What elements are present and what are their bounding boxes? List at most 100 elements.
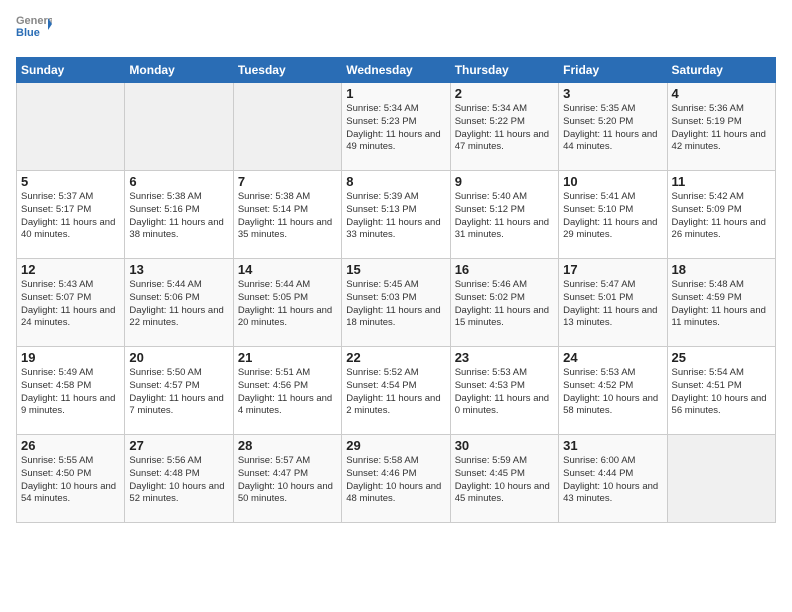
weekday-header-row: SundayMondayTuesdayWednesdayThursdayFrid…	[17, 58, 776, 83]
calendar-week-row: 5 Sunrise: 5:37 AMSunset: 5:17 PMDaylight…	[17, 171, 776, 259]
calendar-week-row: 1Sunrise: 5:34 AMSunset: 5:23 PMDaylight…	[17, 83, 776, 171]
page-container: General Blue SundayMondayTuesdayWednesda…	[0, 0, 792, 531]
cell-content: Sunrise: 5:54 AMSunset: 4:51 PMDaylight:…	[672, 367, 771, 418]
day-number: 29	[346, 438, 445, 453]
calendar-cell: 13 Sunrise: 5:44 AMSunset: 5:06 PMDayligh…	[125, 259, 233, 347]
cell-content: Sunrise: 5:47 AMSunset: 5:01 PMDaylight:…	[563, 279, 662, 330]
calendar-table: SundayMondayTuesdayWednesdayThursdayFrid…	[16, 57, 776, 523]
calendar-cell: 30 Sunrise: 5:59 AMSunset: 4:45 PMDayligh…	[450, 435, 558, 523]
cell-content: Sunrise: 5:44 AMSunset: 5:05 PMDaylight:…	[238, 279, 337, 330]
day-number: 12	[21, 262, 120, 277]
calendar-cell: 29 Sunrise: 5:58 AMSunset: 4:46 PMDayligh…	[342, 435, 450, 523]
calendar-cell	[125, 83, 233, 171]
day-number: 27	[129, 438, 228, 453]
cell-content: Sunrise: 5:49 AMSunset: 4:58 PMDaylight:…	[21, 367, 120, 418]
cell-content: Sunrise: 5:41 AMSunset: 5:10 PMDaylight:…	[563, 191, 662, 242]
svg-text:General: General	[16, 15, 52, 27]
calendar-cell: 26 Sunrise: 5:55 AMSunset: 4:50 PMDayligh…	[17, 435, 125, 523]
day-number: 16	[455, 262, 554, 277]
logo: General Blue	[16, 10, 52, 51]
cell-content: Sunrise: 5:56 AMSunset: 4:48 PMDaylight:…	[129, 455, 228, 506]
calendar-cell: 23 Sunrise: 5:53 AMSunset: 4:53 PMDayligh…	[450, 347, 558, 435]
weekday-header-tuesday: Tuesday	[233, 58, 341, 83]
day-number: 13	[129, 262, 228, 277]
day-number: 28	[238, 438, 337, 453]
calendar-cell: 19 Sunrise: 5:49 AMSunset: 4:58 PMDayligh…	[17, 347, 125, 435]
calendar-cell: 1Sunrise: 5:34 AMSunset: 5:23 PMDaylight…	[342, 83, 450, 171]
cell-content: Sunrise: 6:00 AMSunset: 4:44 PMDaylight:…	[563, 455, 662, 506]
cell-content: Sunrise: 5:44 AMSunset: 5:06 PMDaylight:…	[129, 279, 228, 330]
calendar-week-row: 26 Sunrise: 5:55 AMSunset: 4:50 PMDayligh…	[17, 435, 776, 523]
calendar-cell: 4 Sunrise: 5:36 AMSunset: 5:19 PMDaylight…	[667, 83, 775, 171]
calendar-cell: 17Sunrise: 5:47 AMSunset: 5:01 PMDayligh…	[559, 259, 667, 347]
day-number: 25	[672, 350, 771, 365]
cell-content: Sunrise: 5:38 AMSunset: 5:16 PMDaylight:…	[129, 191, 228, 242]
day-number: 5	[21, 174, 120, 189]
day-number: 24	[563, 350, 662, 365]
calendar-cell: 3 Sunrise: 5:35 AMSunset: 5:20 PMDaylight…	[559, 83, 667, 171]
calendar-cell: 28Sunrise: 5:57 AMSunset: 4:47 PMDayligh…	[233, 435, 341, 523]
cell-content: Sunrise: 5:35 AMSunset: 5:20 PMDaylight:…	[563, 103, 662, 154]
cell-content: Sunrise: 5:40 AMSunset: 5:12 PMDaylight:…	[455, 191, 554, 242]
logo-icon: General Blue	[16, 10, 52, 46]
day-number: 18	[672, 262, 771, 277]
calendar-cell: 18Sunrise: 5:48 AMSunset: 4:59 PMDayligh…	[667, 259, 775, 347]
weekday-header-thursday: Thursday	[450, 58, 558, 83]
day-number: 4	[672, 86, 771, 101]
calendar-cell: 21 Sunrise: 5:51 AMSunset: 4:56 PMDayligh…	[233, 347, 341, 435]
calendar-cell: 14Sunrise: 5:44 AMSunset: 5:05 PMDayligh…	[233, 259, 341, 347]
cell-content: Sunrise: 5:51 AMSunset: 4:56 PMDaylight:…	[238, 367, 337, 418]
page-header: General Blue	[16, 10, 776, 51]
calendar-week-row: 12 Sunrise: 5:43 AMSunset: 5:07 PMDayligh…	[17, 259, 776, 347]
day-number: 2	[455, 86, 554, 101]
weekday-header-friday: Friday	[559, 58, 667, 83]
day-number: 19	[21, 350, 120, 365]
weekday-header-saturday: Saturday	[667, 58, 775, 83]
calendar-cell	[17, 83, 125, 171]
day-number: 3	[563, 86, 662, 101]
calendar-cell: 6 Sunrise: 5:38 AMSunset: 5:16 PMDaylight…	[125, 171, 233, 259]
weekday-header-wednesday: Wednesday	[342, 58, 450, 83]
day-number: 6	[129, 174, 228, 189]
calendar-cell: 31 Sunrise: 6:00 AMSunset: 4:44 PMDayligh…	[559, 435, 667, 523]
cell-content: Sunrise: 5:45 AMSunset: 5:03 PMDaylight:…	[346, 279, 445, 330]
calendar-week-row: 19 Sunrise: 5:49 AMSunset: 4:58 PMDayligh…	[17, 347, 776, 435]
day-number: 20	[129, 350, 228, 365]
cell-content: Sunrise: 5:59 AMSunset: 4:45 PMDaylight:…	[455, 455, 554, 506]
day-number: 11	[672, 174, 771, 189]
cell-content: Sunrise: 5:36 AMSunset: 5:19 PMDaylight:…	[672, 103, 771, 154]
calendar-cell	[667, 435, 775, 523]
day-number: 30	[455, 438, 554, 453]
cell-content: Sunrise: 5:50 AMSunset: 4:57 PMDaylight:…	[129, 367, 228, 418]
day-number: 8	[346, 174, 445, 189]
day-number: 1	[346, 86, 445, 101]
calendar-cell: 7Sunrise: 5:38 AMSunset: 5:14 PMDaylight…	[233, 171, 341, 259]
cell-content: Sunrise: 5:53 AMSunset: 4:53 PMDaylight:…	[455, 367, 554, 418]
day-number: 10	[563, 174, 662, 189]
cell-content: Sunrise: 5:53 AMSunset: 4:52 PMDaylight:…	[563, 367, 662, 418]
day-number: 23	[455, 350, 554, 365]
calendar-cell: 22Sunrise: 5:52 AMSunset: 4:54 PMDayligh…	[342, 347, 450, 435]
weekday-header-sunday: Sunday	[17, 58, 125, 83]
calendar-cell: 15Sunrise: 5:45 AMSunset: 5:03 PMDayligh…	[342, 259, 450, 347]
cell-content: Sunrise: 5:34 AMSunset: 5:22 PMDaylight:…	[455, 103, 554, 154]
calendar-cell: 10 Sunrise: 5:41 AMSunset: 5:10 PMDayligh…	[559, 171, 667, 259]
day-number: 22	[346, 350, 445, 365]
day-number: 9	[455, 174, 554, 189]
day-number: 31	[563, 438, 662, 453]
weekday-header-monday: Monday	[125, 58, 233, 83]
cell-content: Sunrise: 5:43 AMSunset: 5:07 PMDaylight:…	[21, 279, 120, 330]
calendar-cell: 24 Sunrise: 5:53 AMSunset: 4:52 PMDayligh…	[559, 347, 667, 435]
cell-content: Sunrise: 5:55 AMSunset: 4:50 PMDaylight:…	[21, 455, 120, 506]
cell-content: Sunrise: 5:42 AMSunset: 5:09 PMDaylight:…	[672, 191, 771, 242]
cell-content: Sunrise: 5:39 AMSunset: 5:13 PMDaylight:…	[346, 191, 445, 242]
cell-content: Sunrise: 5:37 AMSunset: 5:17 PMDaylight:…	[21, 191, 120, 242]
calendar-cell: 20 Sunrise: 5:50 AMSunset: 4:57 PMDayligh…	[125, 347, 233, 435]
calendar-cell: 2 Sunrise: 5:34 AMSunset: 5:22 PMDaylight…	[450, 83, 558, 171]
calendar-cell: 12 Sunrise: 5:43 AMSunset: 5:07 PMDayligh…	[17, 259, 125, 347]
day-number: 21	[238, 350, 337, 365]
calendar-cell	[233, 83, 341, 171]
cell-content: Sunrise: 5:58 AMSunset: 4:46 PMDaylight:…	[346, 455, 445, 506]
day-number: 26	[21, 438, 120, 453]
calendar-cell: 9 Sunrise: 5:40 AMSunset: 5:12 PMDaylight…	[450, 171, 558, 259]
